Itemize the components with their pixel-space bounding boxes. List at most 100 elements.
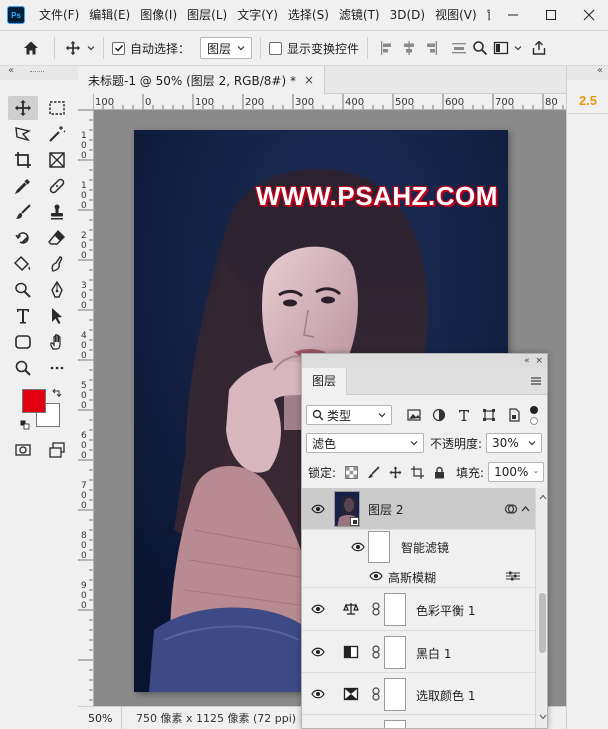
eye-icon[interactable] — [311, 504, 325, 514]
show-transform-checkbox[interactable] — [269, 41, 283, 55]
distribute-button[interactable] — [448, 35, 470, 61]
filter-adjustment-button[interactable] — [431, 407, 447, 423]
menu-select[interactable]: 选择(S) — [283, 0, 334, 30]
lock-position-button[interactable] — [388, 465, 402, 479]
lasso-tool[interactable] — [8, 122, 38, 146]
menu-view[interactable]: 视图(V) — [430, 0, 482, 30]
layer-row-color-balance[interactable]: 色彩平衡 1 — [302, 588, 535, 631]
scroll-down-icon[interactable] — [539, 714, 547, 720]
toolbar-collapse-strip[interactable]: « — [0, 65, 78, 80]
fill-field[interactable]: 100% — [488, 462, 545, 482]
default-colors-icon[interactable] — [20, 420, 30, 430]
auto-select-checkbox[interactable] — [112, 41, 125, 55]
align-center-button[interactable] — [398, 35, 420, 61]
link-icon[interactable] — [372, 602, 380, 616]
link-icon[interactable] — [372, 645, 380, 659]
brush-tool[interactable] — [8, 200, 38, 224]
filter-smart-object-button[interactable] — [506, 407, 522, 423]
layer-row-selective-color[interactable]: 选取颜色 1 — [302, 673, 535, 715]
path-selection-tool[interactable] — [42, 304, 72, 328]
layer-row-gaussian-blur[interactable]: 高斯模糊 — [302, 564, 535, 588]
menu-type[interactable]: 文字(Y) — [232, 0, 283, 30]
filter-type-button[interactable] — [456, 407, 472, 423]
version-badge[interactable]: 2.5 — [567, 88, 608, 114]
foreground-color-swatch[interactable] — [22, 389, 46, 413]
auto-select-target-dropdown[interactable]: 图层 — [200, 37, 253, 59]
layer-row-black-white[interactable]: 黑白 1 — [302, 631, 535, 673]
vertical-ruler[interactable]: 100100200300400500600700800900 — [78, 110, 94, 706]
eye-icon[interactable] — [351, 542, 365, 552]
pen-tool[interactable] — [42, 278, 72, 302]
chevron-up-icon[interactable] — [521, 505, 530, 513]
healing-brush-tool[interactable] — [42, 174, 72, 198]
menu-layer[interactable]: 图层(L) — [182, 0, 232, 30]
layer-row-layer-2[interactable]: 图层 2 — [302, 488, 535, 530]
eyedropper-tool[interactable] — [8, 174, 38, 198]
collapse-panel-icon[interactable]: « — [524, 356, 530, 366]
chevron-down-icon[interactable] — [87, 44, 95, 52]
menu-edit[interactable]: 编辑(E) — [84, 0, 135, 30]
dodge-tool[interactable] — [8, 278, 38, 302]
clone-stamp-tool[interactable] — [42, 200, 72, 224]
link-icon[interactable] — [372, 687, 380, 701]
opacity-field[interactable]: 30% — [486, 433, 543, 453]
type-tool[interactable] — [8, 304, 38, 328]
panel-menu-icon[interactable] — [531, 376, 541, 386]
frame-tool[interactable] — [42, 148, 72, 172]
layer-list-scrollbar[interactable] — [535, 488, 547, 728]
filter-kind-dropdown[interactable]: 类型 — [306, 405, 392, 425]
filter-pixel-button[interactable] — [406, 407, 422, 423]
align-left-button[interactable] — [376, 35, 398, 61]
eye-icon[interactable] — [311, 689, 325, 699]
chevron-down-icon[interactable] — [514, 44, 522, 52]
minimize-button[interactable] — [494, 0, 532, 30]
hand-tool[interactable] — [42, 330, 72, 354]
close-panel-icon[interactable]: × — [535, 356, 543, 366]
smart-filter-indicator-icon[interactable] — [504, 502, 518, 516]
workspace-button[interactable] — [490, 35, 512, 61]
smudge-tool[interactable] — [42, 252, 72, 276]
close-window-button[interactable] — [570, 0, 608, 30]
history-brush-tool[interactable] — [8, 226, 38, 250]
paint-bucket-tool[interactable] — [8, 252, 38, 276]
menu-filter[interactable]: 滤镜(T) — [334, 0, 385, 30]
swap-colors-icon[interactable] — [52, 388, 62, 398]
eye-icon[interactable] — [311, 604, 325, 614]
lock-transparent-button[interactable] — [344, 465, 358, 479]
menu-3d[interactable]: 3D(D) — [385, 0, 430, 30]
maximize-button[interactable] — [532, 0, 570, 30]
horizontal-ruler[interactable]: 100 0 100 200 300 400 500 600 700 80 — [94, 94, 566, 110]
scrollbar-thumb[interactable] — [539, 593, 546, 653]
layer-row-smart-filters[interactable]: 智能滤镜 — [302, 530, 535, 564]
eye-icon[interactable] — [311, 647, 325, 657]
scroll-up-icon[interactable] — [539, 494, 547, 500]
close-tab-icon[interactable]: × — [304, 73, 314, 87]
blend-mode-dropdown[interactable]: 滤色 — [306, 433, 424, 453]
panel-titlebar[interactable]: « × — [302, 354, 547, 368]
magic-wand-tool[interactable] — [42, 122, 72, 146]
search-button[interactable] — [470, 35, 490, 61]
eye-icon[interactable] — [369, 571, 383, 581]
share-button[interactable] — [528, 35, 550, 61]
collapse-strip[interactable]: « — [567, 65, 608, 80]
home-button[interactable] — [16, 35, 46, 61]
lock-artboard-button[interactable] — [410, 465, 424, 479]
filter-options-icon[interactable] — [506, 570, 520, 582]
lock-all-button[interactable] — [432, 465, 446, 479]
crop-tool[interactable] — [8, 148, 38, 172]
more-tools[interactable] — [42, 356, 72, 380]
eraser-tool[interactable] — [42, 226, 72, 250]
zoom-level-field[interactable]: 50% — [78, 706, 122, 729]
menu-image[interactable]: 图像(I) — [135, 0, 182, 30]
tab-layers[interactable]: 图层 — [302, 368, 348, 395]
layer-row-partial[interactable] — [302, 715, 535, 728]
filter-toggle[interactable] — [528, 404, 540, 426]
filter-shape-button[interactable] — [481, 407, 497, 423]
menu-file[interactable]: 文件(F) — [34, 0, 84, 30]
screen-mode-button[interactable] — [42, 438, 72, 462]
lock-pixels-button[interactable] — [366, 465, 380, 479]
document-tab[interactable]: 未标题-1 @ 50% (图层 2, RGB/8#) * × — [78, 66, 326, 94]
ruler-origin[interactable] — [78, 94, 94, 110]
move-tool[interactable] — [8, 96, 38, 120]
move-tool-preset[interactable] — [63, 35, 83, 61]
